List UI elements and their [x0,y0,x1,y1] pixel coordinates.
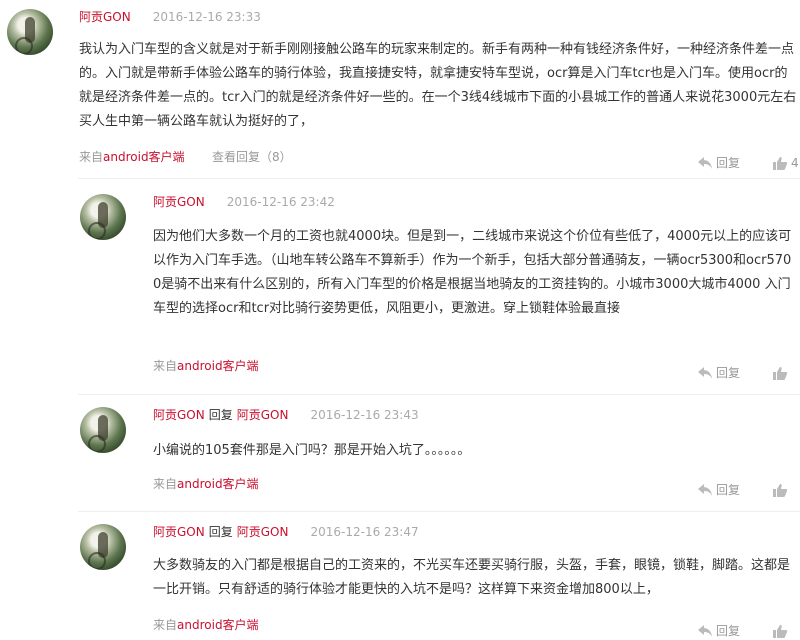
like-button[interactable] [772,481,791,499]
source-prefix: 来自 [153,477,178,491]
thumbs-up-icon [773,367,788,380]
comment-item: 阿贡GON 2016-12-16 23:33 我认为入门车型的含义就是对于新手刚刚… [0,0,800,180]
comment-meta: 阿贡GON 回复 阿贡GON 2016-12-16 23:43 [153,406,419,424]
reply-word: 回复 [208,408,233,422]
source-prefix: 来自 [153,359,178,373]
avatar[interactable] [80,194,126,240]
comment-meta: 阿贡GON 回复 阿贡GON 2016-12-16 23:47 [153,523,419,541]
like-button[interactable]: 4 [772,154,799,172]
avatar[interactable] [80,524,126,570]
reply-button[interactable]: 回复 [697,481,740,499]
reply-to-link[interactable]: 阿贡GON [237,525,289,539]
thumbs-up-icon [773,625,788,638]
username-link[interactable]: 阿贡GON [153,408,205,422]
like-button[interactable] [772,364,791,382]
reply-arrow-icon [698,367,712,379]
reply-button[interactable]: 回复 [697,154,740,172]
comment-meta: 阿贡GON 2016-12-16 23:33 [79,8,261,26]
comment-item: 阿贡GON 回复 阿贡GON 2016-12-16 23:47 大多数骑友的入门都是根… [0,512,800,640]
reply-to-link[interactable]: 阿贡GON [237,408,289,422]
source-app-link[interactable]: android客户端 [103,150,185,164]
reply-label: 回复 [716,483,741,497]
reply-button[interactable]: 回复 [697,364,740,382]
thumbs-up-icon [773,484,788,497]
source-app-link[interactable]: android客户端 [177,618,259,632]
comment-source: 来自android客户端 [153,616,259,634]
reply-label: 回复 [716,366,741,380]
comment-source: 来自android客户端 [79,148,185,166]
avatar[interactable] [80,407,126,453]
comment-text: 我认为入门车型的含义就是对于新手刚刚接触公路车的玩家来制定的。新手有两种一种有钱… [79,42,797,129]
reply-arrow-icon [698,484,712,496]
source-prefix: 来自 [153,618,178,632]
comment-source: 来自android客户端 [153,357,259,375]
comment-time: 2016-12-16 23:42 [226,195,335,209]
reply-label: 回复 [716,156,741,170]
username-link[interactable]: 阿贡GON [153,525,205,539]
comment-text: 因为他们大多数一个月的工资也就4000块。但是到一，二线城市来说这个价位有些低了… [153,229,792,316]
reply-button[interactable]: 回复 [697,622,740,640]
source-app-link[interactable]: android客户端 [177,359,259,373]
comment-time: 2016-12-16 23:47 [310,525,419,539]
comment-item: 阿贡GON 回复 阿贡GON 2016-12-16 23:43 小编说的105套件那是… [0,395,800,512]
comment-item: 阿贡GON 2016-12-16 23:42 因为他们大多数一个月的工资也就400… [0,180,800,395]
comment-meta: 阿贡GON 2016-12-16 23:42 [153,193,335,211]
comment-time: 2016-12-16 23:43 [310,408,419,422]
reply-word: 回复 [208,525,233,539]
reply-arrow-icon [698,157,712,169]
thumbs-up-icon [773,157,788,170]
like-button[interactable] [772,622,791,640]
comment-text: 小编说的105套件那是入门吗？那是开始入坑了。。。。。。 [153,443,471,458]
reply-arrow-icon [698,625,712,637]
comment-text: 大多数骑友的入门都是根据自己的工资来的，不光买车还要买骑行服，头盔，手套，眼镜，… [153,558,791,597]
username-link[interactable]: 阿贡GON [153,195,205,209]
source-app-link[interactable]: android客户端 [177,477,259,491]
reply-label: 回复 [716,624,741,638]
comment-source: 来自android客户端 [153,475,259,493]
source-prefix: 来自 [79,150,104,164]
username-link[interactable]: 阿贡GON [79,10,131,24]
like-count: 4 [791,156,799,170]
view-replies-link[interactable]: 查看回复（8） [212,148,292,166]
avatar[interactable] [7,9,53,55]
divider [78,178,800,179]
comment-time: 2016-12-16 23:33 [152,10,261,24]
